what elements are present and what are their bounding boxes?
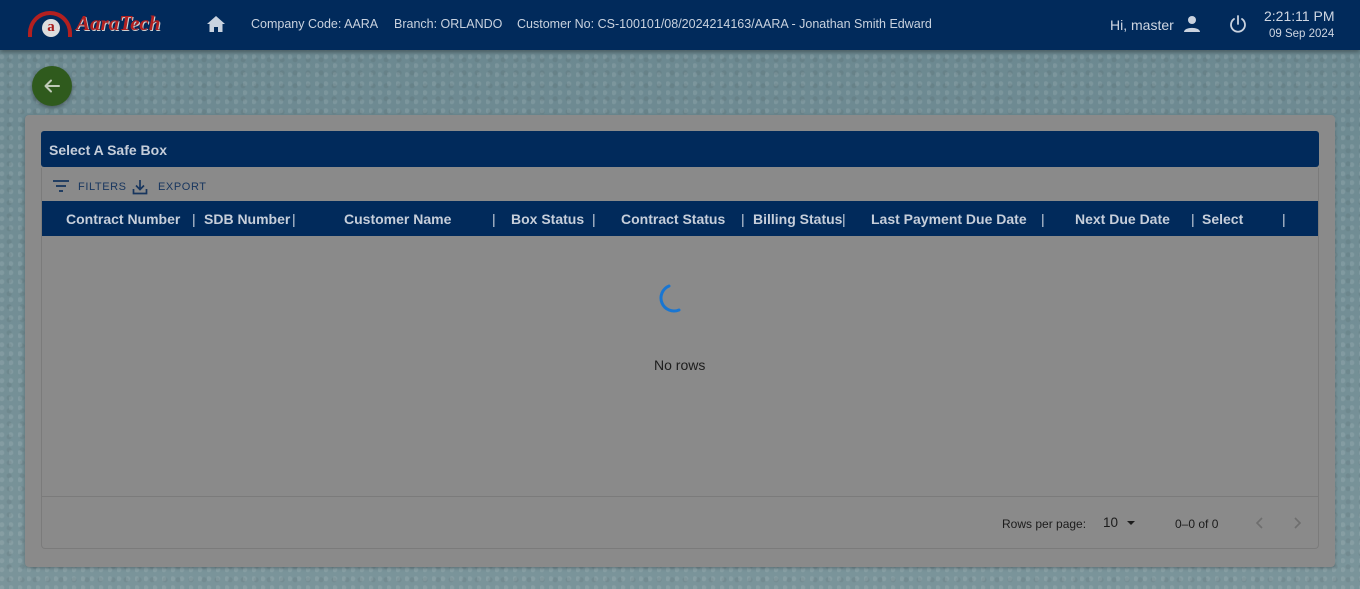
power-icon[interactable]: [1228, 14, 1248, 34]
filter-icon: [53, 180, 69, 192]
column-separator[interactable]: |: [592, 211, 596, 227]
user-greeting: Hi, master: [1110, 17, 1174, 33]
column-next-due-date[interactable]: Next Due Date: [1075, 211, 1170, 227]
safe-box-panel: Select A Safe Box FILTERS EXPORT Contrac…: [25, 115, 1335, 567]
column-last-payment-due-date[interactable]: Last Payment Due Date: [871, 211, 1027, 227]
customer-info: Customer No: CS-100101/08/2024214163/AAR…: [517, 17, 932, 31]
column-customer-name[interactable]: Customer Name: [344, 211, 451, 227]
panel-title: Select A Safe Box: [49, 142, 168, 158]
rows-per-page-value: 10: [1103, 515, 1119, 530]
user-icon[interactable]: [1183, 15, 1201, 33]
column-separator[interactable]: |: [842, 211, 846, 227]
grid-footer: Rows per page: 10 0–0 of 0: [42, 496, 1318, 549]
data-grid: FILTERS EXPORT Contract Number | SDB Num…: [41, 168, 1319, 549]
caret-down-icon: [1127, 521, 1135, 525]
column-separator[interactable]: |: [292, 211, 296, 227]
column-contract-number[interactable]: Contract Number: [66, 211, 180, 227]
rows-per-page-label: Rows per page:: [1002, 517, 1087, 531]
column-billing-status[interactable]: Billing Status: [753, 211, 842, 227]
column-contract-status[interactable]: Contract Status: [621, 211, 725, 227]
panel-title-bar: Select A Safe Box: [41, 131, 1319, 167]
logo-text: AaraTech: [76, 11, 161, 35]
chevron-right-icon[interactable]: [1285, 511, 1309, 535]
arrow-left-icon: [44, 79, 60, 93]
column-separator[interactable]: |: [192, 211, 196, 227]
top-app-bar: a AaraTech Company Code: AARA Branch: OR…: [0, 0, 1360, 50]
column-sdb-number[interactable]: SDB Number: [204, 211, 290, 227]
clock-date: 09 Sep 2024: [1269, 28, 1335, 40]
pagination-range: 0–0 of 0: [1175, 517, 1219, 531]
column-separator[interactable]: |: [1282, 211, 1286, 227]
back-button[interactable]: [32, 66, 72, 106]
download-icon: [132, 180, 148, 195]
column-separator[interactable]: |: [741, 211, 745, 227]
rows-per-page-select[interactable]: 10: [1103, 514, 1143, 534]
home-icon[interactable]: [207, 16, 225, 32]
column-separator[interactable]: |: [1191, 211, 1195, 227]
loading-spinner-icon: [659, 284, 681, 313]
branch: Branch: ORLANDO: [394, 17, 503, 31]
company-logo[interactable]: a AaraTech: [28, 9, 173, 41]
column-separator[interactable]: |: [492, 211, 496, 227]
clock-time: 2:21:11 PM: [1264, 8, 1335, 24]
export-label: EXPORT: [158, 181, 207, 193]
logo-letter: a: [42, 19, 60, 37]
company-code: Company Code: AARA: [251, 17, 379, 31]
empty-state-text: No rows: [654, 357, 706, 373]
column-separator[interactable]: |: [1041, 211, 1045, 227]
filters-label: FILTERS: [78, 181, 127, 193]
chevron-left-icon[interactable]: [1248, 511, 1272, 535]
column-select[interactable]: Select: [1202, 211, 1243, 227]
grid-header-row: Contract Number | SDB Number | Customer …: [42, 201, 1318, 236]
column-box-status[interactable]: Box Status: [511, 211, 584, 227]
